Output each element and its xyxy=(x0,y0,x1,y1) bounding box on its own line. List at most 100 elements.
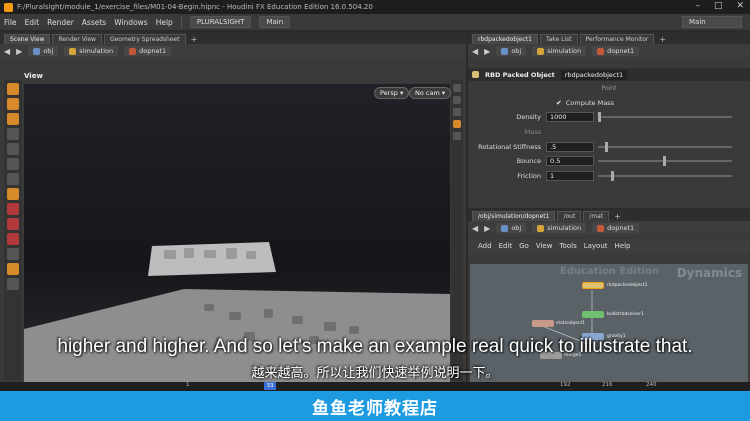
minimize-button[interactable]: – xyxy=(695,1,700,11)
shelf-selector[interactable]: PLURALSIGHT xyxy=(189,16,252,28)
tab-mat[interactable]: /mat xyxy=(583,211,610,221)
slider-knob[interactable] xyxy=(611,171,614,181)
dop-node-icon xyxy=(597,47,605,55)
tab-out[interactable]: /out xyxy=(557,211,582,221)
render-region-icon[interactable] xyxy=(7,263,19,275)
node-rbdpackedobject[interactable] xyxy=(582,282,604,289)
desktop-selector-left[interactable]: Main xyxy=(259,16,291,28)
add-tab-icon[interactable]: + xyxy=(611,212,624,221)
tab-geometry-spreadsheet[interactable]: Geometry Spreadsheet xyxy=(103,34,186,44)
path-crumb-simulation[interactable]: simulation xyxy=(532,223,587,233)
slider-knob[interactable] xyxy=(604,142,608,152)
snap-tool-icon[interactable] xyxy=(7,143,19,155)
pivot-tool-icon[interactable] xyxy=(7,158,19,170)
path-crumb-simulation[interactable]: simulation xyxy=(64,46,119,56)
param-slider[interactable] xyxy=(598,156,732,166)
point-snap-icon[interactable] xyxy=(7,233,19,245)
param-value-field[interactable]: 1000 xyxy=(546,112,594,122)
param-slider[interactable] xyxy=(598,112,732,122)
select-mode-icon[interactable] xyxy=(7,188,19,200)
compute-mass-checkbox[interactable]: ✔ xyxy=(556,99,562,107)
pose-tool-icon[interactable] xyxy=(7,128,19,140)
desktop-selector-right[interactable]: Main xyxy=(682,16,742,28)
perspective-menu[interactable]: Persp ▾ xyxy=(374,87,410,99)
node-label-staticobject: staticobject1 xyxy=(556,321,586,326)
param-value-field[interactable]: 1 xyxy=(546,171,594,181)
scene-path-bar: ◀ ▶ obj simulation dopnet1 xyxy=(0,44,466,58)
shop-banner: 鱼鱼老师教程店 xyxy=(0,391,750,421)
forward-arrow-icon[interactable]: ▶ xyxy=(484,47,490,56)
path-crumb-obj[interactable]: obj xyxy=(496,223,527,233)
secure-selection-icon[interactable] xyxy=(7,173,19,185)
subtitle-chinese: 越来越高。所以让我们快速举例说明一下。 xyxy=(251,366,499,381)
tab-render-view[interactable]: Render View xyxy=(52,34,102,44)
menu-assets[interactable]: Assets xyxy=(82,18,106,27)
tab-scene-view[interactable]: Scene View xyxy=(4,34,51,44)
param-label: Bounce xyxy=(516,157,541,165)
back-arrow-icon[interactable]: ◀ xyxy=(472,224,478,233)
param-slider[interactable] xyxy=(598,142,732,152)
flipbook-icon[interactable] xyxy=(7,278,19,290)
menu-bar: File Edit Render Assets Windows Help PLU… xyxy=(0,14,750,30)
magnet-snap-icon[interactable] xyxy=(7,203,19,215)
path-crumb-obj[interactable]: obj xyxy=(28,46,59,56)
camera-icon[interactable] xyxy=(7,248,19,260)
camera-menu[interactable]: No cam ▾ xyxy=(409,87,452,99)
menu-windows[interactable]: Windows xyxy=(114,18,147,27)
path-crumb-dopnet[interactable]: dopnet1 xyxy=(124,46,172,56)
node-staticobject[interactable] xyxy=(532,320,554,327)
section-point[interactable]: Point xyxy=(468,85,750,95)
menu-help[interactable]: Help xyxy=(156,18,173,27)
add-tab-icon[interactable]: + xyxy=(656,35,669,44)
path-crumb-dopnet[interactable]: dopnet1 xyxy=(592,223,640,233)
slider-knob[interactable] xyxy=(598,112,601,122)
shading-icon[interactable] xyxy=(453,120,461,128)
handle-tool-icon[interactable] xyxy=(7,98,19,110)
tab-dopnet-network[interactable]: /obj/simulation/dopnet1 xyxy=(472,211,556,221)
menu-file[interactable]: File xyxy=(4,18,17,27)
viewport-toolbar-left xyxy=(4,80,22,380)
timeline[interactable]: 1 33 192 216 240 xyxy=(0,382,750,391)
back-arrow-icon[interactable]: ◀ xyxy=(4,47,10,56)
node-bulletrbdsolver[interactable] xyxy=(582,311,604,318)
close-button[interactable]: ✕ xyxy=(736,1,744,11)
compute-mass-row: ✔ Compute Mass xyxy=(556,99,614,107)
wireframe-icon[interactable] xyxy=(453,108,461,116)
path-crumb-obj[interactable]: obj xyxy=(496,46,527,56)
display-options-icon[interactable] xyxy=(453,84,461,92)
background-icon[interactable] xyxy=(453,132,461,140)
maximize-button[interactable]: □ xyxy=(714,1,723,11)
path-crumb-dopnet[interactable]: dopnet1 xyxy=(592,46,640,56)
network-menu-edit[interactable]: Edit xyxy=(499,242,513,250)
network-menu-help[interactable]: Help xyxy=(615,242,631,250)
network-menu-go[interactable]: Go xyxy=(519,242,529,250)
forward-arrow-icon[interactable]: ▶ xyxy=(484,224,490,233)
path-crumb-simulation[interactable]: simulation xyxy=(532,46,587,56)
network-path-bar: ◀ ▶ obj simulation dopnet1 xyxy=(468,221,750,235)
menu-separator xyxy=(180,16,182,28)
view-tool-icon[interactable] xyxy=(7,113,19,125)
slider-knob[interactable] xyxy=(663,156,666,166)
obj-context-icon xyxy=(501,47,509,55)
current-frame-marker[interactable]: 33 xyxy=(264,382,276,390)
select-tool-icon[interactable] xyxy=(7,83,19,95)
back-arrow-icon[interactable]: ◀ xyxy=(472,47,478,56)
network-menu-add[interactable]: Add xyxy=(478,242,492,250)
tab-rbdpackedobject[interactable]: rbdpackedobject1 xyxy=(472,34,538,44)
network-menu-view[interactable]: View xyxy=(536,242,553,250)
tab-performance-monitor[interactable]: Performance Monitor xyxy=(579,34,655,44)
menu-render[interactable]: Render xyxy=(47,18,74,27)
forward-arrow-icon[interactable]: ▶ xyxy=(16,47,22,56)
grid-snap-icon[interactable] xyxy=(7,218,19,230)
node-name-field[interactable]: rbdpackedobject1 xyxy=(560,69,628,80)
obj-context-icon xyxy=(501,224,509,232)
network-menu-tools[interactable]: Tools xyxy=(559,242,576,250)
param-value-field[interactable]: .5 xyxy=(546,142,594,152)
param-value-field[interactable]: 0.5 xyxy=(546,156,594,166)
add-tab-icon[interactable]: + xyxy=(188,35,201,44)
network-menu-layout[interactable]: Layout xyxy=(584,242,608,250)
menu-edit[interactable]: Edit xyxy=(25,18,40,27)
lighting-icon[interactable] xyxy=(453,96,461,104)
param-slider[interactable] xyxy=(598,171,732,181)
tab-take-list[interactable]: Take List xyxy=(539,34,578,44)
